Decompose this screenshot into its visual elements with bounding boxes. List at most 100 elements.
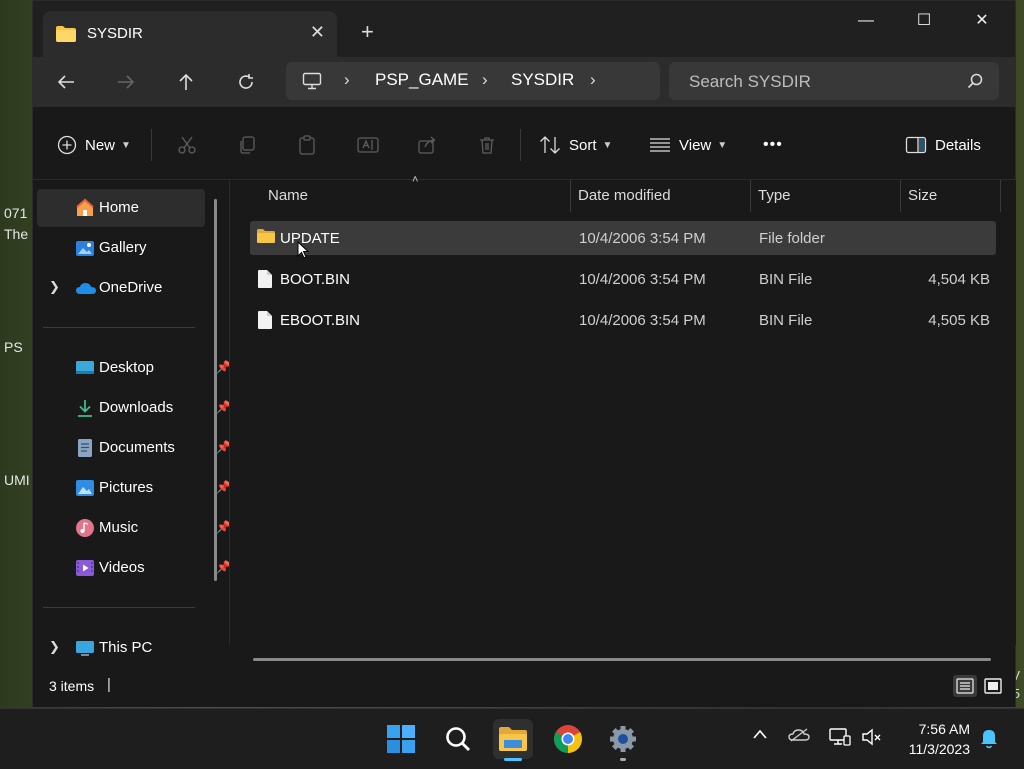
close-tab-icon[interactable]: ✕ <box>310 22 325 43</box>
onedrive-tray-icon[interactable] <box>788 727 810 748</box>
plus-circle-icon <box>57 135 77 155</box>
file-type: BIN File <box>759 312 813 329</box>
volume-muted-icon[interactable] <box>861 727 883 752</box>
sidebar-item-downloads[interactable]: Downloads 📌 <box>37 389 231 427</box>
details-pane-button[interactable]: Details <box>905 133 981 157</box>
chrome-taskbar-button[interactable] <box>548 719 588 759</box>
sidebar-item-pictures[interactable]: Pictures 📌 <box>37 469 231 507</box>
video-icon <box>75 558 95 578</box>
paste-button[interactable] <box>297 133 317 157</box>
sidebar-item-label: Downloads <box>99 399 174 416</box>
refresh-button[interactable] <box>230 67 262 97</box>
chevron-right-icon[interactable]: ❯ <box>49 279 60 295</box>
column-header-date[interactable]: Date modified <box>578 180 671 212</box>
active-indicator <box>504 758 522 761</box>
start-button[interactable] <box>381 719 421 759</box>
sidebar-divider <box>43 327 195 328</box>
close-window-button[interactable]: ✕ <box>953 7 1011 35</box>
system-clock[interactable]: 7:56 AM 11/3/2023 <box>909 719 970 759</box>
forward-button[interactable] <box>110 67 142 97</box>
sort-ascending-icon: ˄ <box>412 174 419 186</box>
file-explorer-taskbar-button[interactable] <box>493 719 533 761</box>
new-tab-button[interactable]: + <box>361 19 374 45</box>
file-row-eboot-bin[interactable]: EBOOT.BIN 10/4/2006 3:54 PM BIN File 4,5… <box>250 303 996 337</box>
rename-button[interactable] <box>357 133 379 157</box>
file-type: BIN File <box>759 271 813 288</box>
cut-button[interactable] <box>177 133 197 157</box>
status-bar: 3 items | <box>33 665 1015 707</box>
share-button[interactable] <box>417 133 437 157</box>
details-view-icon <box>956 678 974 694</box>
maximize-button[interactable]: ☐ <box>895 7 953 35</box>
sidebar-item-label: This PC <box>99 639 153 656</box>
desktop-text-fragment: PS <box>4 339 23 355</box>
notification-bell-icon[interactable] <box>980 727 998 754</box>
computer-icon <box>75 638 95 658</box>
sidebar-scrollbar[interactable] <box>214 199 217 581</box>
file-date: 10/4/2006 3:54 PM <box>579 230 706 247</box>
up-button[interactable] <box>170 67 202 97</box>
folder-icon <box>55 25 77 48</box>
navigation-bar: › PSP_GAME › SYSDIR › <box>33 57 1015 107</box>
file-name: BOOT.BIN <box>280 271 351 288</box>
show-hidden-icons-button[interactable] <box>752 727 768 745</box>
column-divider[interactable] <box>900 180 901 212</box>
chevron-right-icon[interactable]: ❯ <box>49 639 60 655</box>
sidebar-item-videos[interactable]: Videos 📌 <box>37 549 231 587</box>
new-button[interactable]: New ▼ <box>57 133 131 157</box>
search-box <box>669 62 999 102</box>
tiles-view-button[interactable] <box>981 675 1005 697</box>
title-bar: SYSDIR ✕ + — ☐ ✕ <box>33 1 1015 57</box>
chevron-right-icon[interactable]: › <box>482 70 488 90</box>
search-icon[interactable] <box>967 73 983 94</box>
search-input[interactable] <box>669 62 971 102</box>
sidebar-item-onedrive[interactable]: ❯ OneDrive <box>37 269 205 307</box>
column-header-name[interactable]: Name <box>268 180 308 212</box>
tab-sysdir[interactable]: SYSDIR ✕ <box>43 11 337 57</box>
copy-button[interactable] <box>237 133 257 157</box>
desktop-text-fragment: UMI <box>4 472 30 488</box>
sort-button[interactable]: Sort ▼ <box>539 133 612 157</box>
sidebar-item-gallery[interactable]: Gallery <box>37 229 205 267</box>
download-icon <box>75 398 95 418</box>
search-button[interactable] <box>438 719 478 759</box>
view-button[interactable]: View ▼ <box>649 133 727 157</box>
sidebar-item-home[interactable]: Home <box>37 189 205 227</box>
column-divider[interactable] <box>750 180 751 212</box>
address-bar[interactable]: › PSP_GAME › SYSDIR › <box>286 62 660 100</box>
document-icon <box>75 438 95 458</box>
sidebar-item-this-pc[interactable]: ❯ This PC <box>37 629 205 667</box>
tab-title: SYSDIR <box>87 25 143 42</box>
sidebar-item-music[interactable]: Music 📌 <box>37 509 231 547</box>
details-pane-icon <box>905 136 927 154</box>
sidebar-item-desktop[interactable]: Desktop 📌 <box>37 349 231 387</box>
settings-taskbar-button[interactable] <box>603 719 643 761</box>
sidebar-item-label: Pictures <box>99 479 154 496</box>
sidebar-item-documents[interactable]: Documents 📌 <box>37 429 231 467</box>
file-row-boot-bin[interactable]: BOOT.BIN 10/4/2006 3:54 PM BIN File 4,50… <box>250 262 996 296</box>
horizontal-scrollbar[interactable] <box>253 658 991 661</box>
details-view-button[interactable] <box>953 675 977 697</box>
toolbar-separator <box>151 129 152 161</box>
network-icon[interactable] <box>829 727 851 752</box>
more-options-button[interactable]: ••• <box>763 133 783 157</box>
breadcrumb-psp-game[interactable]: PSP_GAME <box>375 70 469 90</box>
toolbar-separator <box>520 129 521 161</box>
picture-icon <box>75 478 95 498</box>
file-date: 10/4/2006 3:54 PM <box>579 312 706 329</box>
back-button[interactable] <box>50 67 82 97</box>
column-divider[interactable] <box>570 180 571 212</box>
column-divider[interactable] <box>1000 180 1001 212</box>
new-label: New <box>85 136 116 154</box>
running-indicator <box>620 758 626 761</box>
column-header-type[interactable]: Type <box>758 180 791 212</box>
breadcrumb-sysdir[interactable]: SYSDIR <box>511 70 574 90</box>
column-header-size[interactable]: Size <box>908 180 937 212</box>
chevron-right-icon[interactable]: › <box>344 70 350 90</box>
delete-button[interactable] <box>477 133 497 157</box>
clipboard-icon <box>299 135 315 155</box>
file-explorer-window: SYSDIR ✕ + — ☐ ✕ › PSP_GAME › SYSDIR › S… <box>32 0 1016 707</box>
minimize-button[interactable]: — <box>837 7 895 35</box>
file-row-update[interactable]: UPDATE 10/4/2006 3:54 PM File folder <box>250 221 996 255</box>
chevron-right-icon[interactable]: › <box>590 70 596 90</box>
